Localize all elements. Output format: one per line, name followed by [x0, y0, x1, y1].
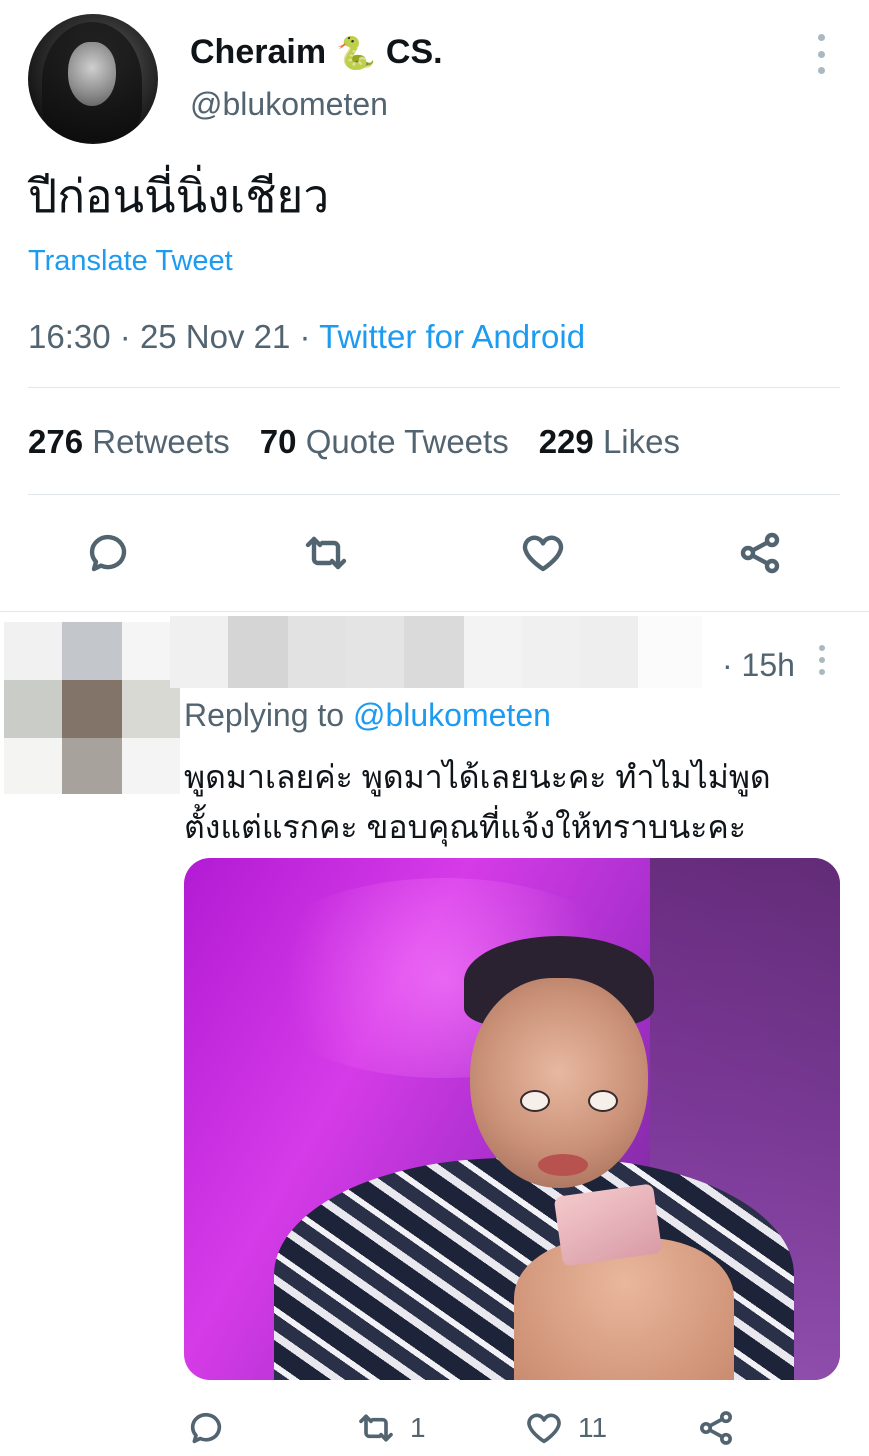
reply-time[interactable]: · 15h [722, 647, 795, 684]
divider [28, 387, 840, 388]
reply-media-image[interactable] [184, 858, 840, 1380]
tweet-text: ปีก่อนนี่นิ่งเชียว [28, 170, 330, 222]
retweets-stat[interactable]: 276 Retweets [28, 423, 230, 461]
reply-text: พูดมาเลยค่ะ พูดมาได้เลยนะคะ ทำไมไม่พูด ต… [184, 759, 771, 845]
reply-retweet-button[interactable]: 1 [356, 1408, 426, 1448]
reply-reply-button[interactable] [186, 1408, 226, 1448]
likes-stat[interactable]: 229 Likes [539, 423, 680, 461]
quote-tweets-stat[interactable]: 70 Quote Tweets [260, 423, 509, 461]
tweet-stats: 276 Retweets 70 Quote Tweets 229 Likes [28, 423, 680, 461]
author-avatar[interactable] [28, 14, 158, 144]
like-icon[interactable] [515, 525, 571, 581]
tweet-date[interactable]: 25 Nov 21 [140, 318, 290, 355]
reply-icon [190, 1412, 222, 1444]
tweet-separator [0, 611, 869, 612]
reply-retweet-count: 1 [410, 1412, 426, 1443]
tweet-time[interactable]: 16:30 [28, 318, 111, 355]
reply-author-name-blurred[interactable] [170, 616, 722, 688]
reply-like-button[interactable]: 11 [524, 1408, 607, 1448]
like-icon [527, 1413, 561, 1444]
author-handle[interactable]: @blukometen [190, 86, 388, 123]
tweet-source-link[interactable]: Twitter for Android [319, 318, 585, 355]
translate-tweet-link[interactable]: Translate Tweet [28, 245, 233, 278]
replying-to-handle[interactable]: @blukometen [353, 697, 551, 733]
author-display-name[interactable]: Cheraim 🐍 CS. [190, 33, 443, 72]
tweet-meta: 16:30 · 25 Nov 21 · Twitter for Android [28, 318, 586, 355]
share-icon [700, 1411, 732, 1445]
reply-like-count: 11 [578, 1412, 608, 1443]
reply-avatar-blurred[interactable] [4, 622, 180, 794]
divider [28, 494, 840, 495]
snake-emoji: 🐍 [336, 34, 376, 71]
reply-more-options-icon[interactable] [816, 645, 828, 675]
more-options-icon[interactable] [806, 34, 836, 74]
retweet-icon[interactable] [298, 525, 354, 581]
replying-to: Replying to @blukometen [184, 697, 551, 733]
reply-share-button[interactable] [696, 1408, 736, 1448]
share-icon[interactable] [732, 525, 788, 581]
reply-icon[interactable] [80, 525, 136, 581]
retweet-icon [359, 1414, 393, 1442]
